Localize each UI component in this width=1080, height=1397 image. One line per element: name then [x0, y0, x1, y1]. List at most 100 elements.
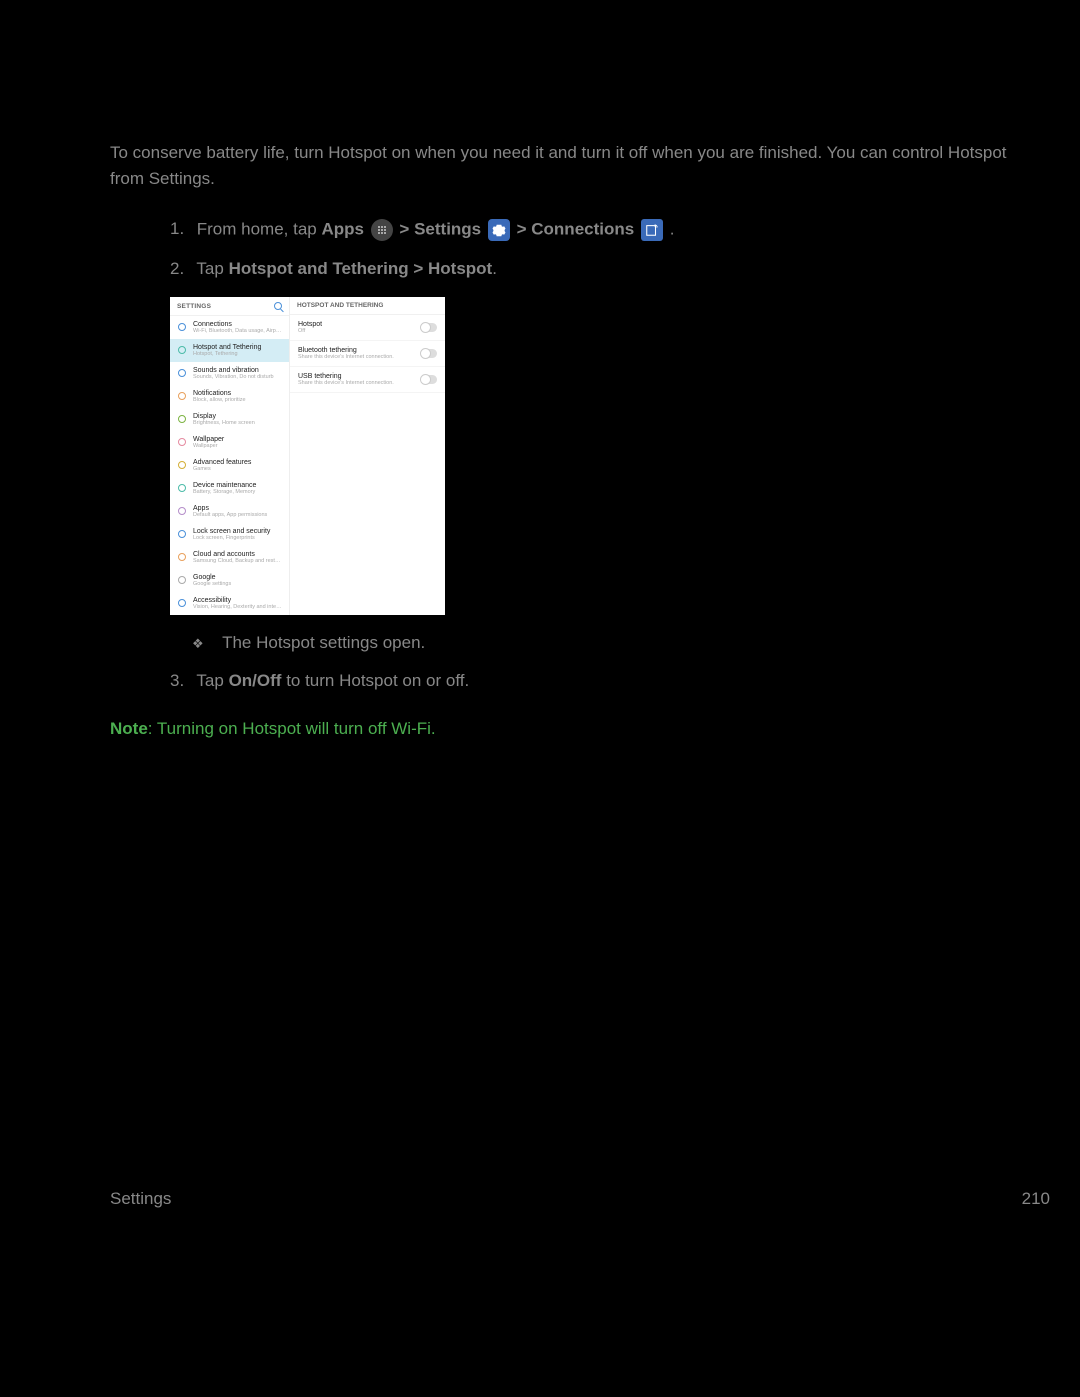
settings-item-title: Sounds and vibration: [193, 367, 282, 374]
settings-item-icon: [177, 414, 187, 424]
footer-section: Settings: [110, 1189, 171, 1209]
settings-screenshot: SETTINGS Connections Wi-Fi, Bluetooth, D…: [170, 297, 445, 615]
toggle-switch[interactable]: [421, 375, 437, 384]
settings-item-title: Google: [193, 574, 282, 581]
toggle-switch[interactable]: [421, 323, 437, 332]
settings-item-title: Advanced features: [193, 459, 282, 466]
step3-post: to turn Hotspot on or off.: [286, 671, 469, 690]
steps-list: 1. From home, tap Apps > Settings > Conn…: [110, 219, 1010, 279]
step-text: From home, tap: [197, 219, 322, 238]
settings-item-title: Accessibility: [193, 597, 282, 604]
settings-item-sub: Wallpaper: [193, 443, 282, 449]
hotspot-option-title: Bluetooth tethering: [298, 347, 421, 354]
settings-item[interactable]: Sounds and vibration Sounds, Vibration, …: [170, 362, 289, 385]
hotspot-option[interactable]: Bluetooth tethering Share this device's …: [290, 341, 445, 367]
hotspot-option[interactable]: Hotspot Off: [290, 315, 445, 341]
settings-item-icon: [177, 437, 187, 447]
settings-item[interactable]: Connections Wi-Fi, Bluetooth, Data usage…: [170, 316, 289, 339]
settings-item-sub: Brightness, Home screen: [193, 420, 282, 426]
settings-item-title: Notifications: [193, 390, 282, 397]
note-text: : Turning on Hotspot will turn off Wi-Fi…: [148, 719, 436, 738]
settings-item[interactable]: Cloud and accounts Samsung Cloud, Backup…: [170, 546, 289, 569]
settings-item-sub: Wi-Fi, Bluetooth, Data usage, Airplane m…: [193, 328, 282, 334]
step1-post: .: [670, 219, 675, 238]
settings-item-icon: [177, 460, 187, 470]
settings-item-sub: Vision, Hearing, Dexterity and interacti…: [193, 604, 282, 610]
hotspot-option-sub: Share this device's Internet connection.: [298, 354, 421, 360]
step-1: 1. From home, tap Apps > Settings > Conn…: [170, 219, 1010, 241]
settings-header-label: SETTINGS: [177, 303, 211, 310]
settings-item[interactable]: Device maintenance Battery, Storage, Mem…: [170, 477, 289, 500]
settings-item-icon: [177, 345, 187, 355]
settings-item[interactable]: Advanced features Games: [170, 454, 289, 477]
step3-bold: On/Off: [229, 671, 282, 690]
settings-gear-icon: [488, 219, 510, 241]
settings-item[interactable]: Lock screen and security Lock screen, Fi…: [170, 523, 289, 546]
toggle-switch[interactable]: [421, 349, 437, 358]
hotspot-option[interactable]: USB tethering Share this device's Intern…: [290, 367, 445, 393]
hotspot-tethering-pane: HOTSPOT AND TETHERING Hotspot Off Blueto…: [290, 297, 445, 615]
settings-item-icon: [177, 506, 187, 516]
settings-item-icon: [177, 391, 187, 401]
settings-item-title: Device maintenance: [193, 482, 282, 489]
settings-item[interactable]: Hotspot and Tethering Hotspot, Tethering: [170, 339, 289, 362]
settings-item-title: Cloud and accounts: [193, 551, 282, 558]
note-label: Note: [110, 719, 148, 738]
settings-item[interactable]: Accessibility Vision, Hearing, Dexterity…: [170, 592, 289, 615]
settings-item-title: Lock screen and security: [193, 528, 282, 535]
settings-item-icon: [177, 368, 187, 378]
step1-apps: Apps: [321, 219, 364, 238]
note-line: Note: Turning on Hotspot will turn off W…: [110, 719, 1010, 739]
settings-item-title: Display: [193, 413, 282, 420]
settings-item-sub: Google settings: [193, 581, 282, 587]
step-number: 3.: [170, 671, 192, 691]
step-3: 3. Tap On/Off to turn Hotspot on or off.: [170, 671, 1010, 691]
settings-item-icon: [177, 575, 187, 585]
step2-pre: Tap: [196, 259, 228, 278]
step1-gt2: >: [517, 219, 532, 238]
search-icon[interactable]: [274, 302, 282, 310]
settings-item[interactable]: Wallpaper Wallpaper: [170, 431, 289, 454]
settings-item-icon: [177, 483, 187, 493]
step1-gt1: >: [399, 219, 414, 238]
settings-item-title: Wallpaper: [193, 436, 282, 443]
page-body: To conserve battery life, turn Hotspot o…: [0, 0, 1080, 739]
hotspot-option-sub: Off: [298, 328, 421, 334]
hotspot-option-title: Hotspot: [298, 321, 421, 328]
settings-item[interactable]: Apps Default apps, App permissions: [170, 500, 289, 523]
step1-settings: Settings: [414, 219, 481, 238]
settings-left-pane: SETTINGS Connections Wi-Fi, Bluetooth, D…: [170, 297, 290, 615]
settings-item[interactable]: Display Brightness, Home screen: [170, 408, 289, 431]
settings-item-icon: [177, 529, 187, 539]
sub-bullet: The Hotspot settings open.: [110, 633, 1010, 653]
settings-item-title: Apps: [193, 505, 282, 512]
settings-item-sub: Sounds, Vibration, Do not disturb: [193, 374, 282, 380]
settings-item-sub: Games: [193, 466, 282, 472]
page-footer: Settings 210: [110, 1189, 1050, 1209]
settings-item-sub: Hotspot, Tethering: [193, 351, 282, 357]
step-number: 2.: [170, 259, 192, 279]
settings-item-sub: Default apps, App permissions: [193, 512, 282, 518]
settings-item[interactable]: Notifications Block, allow, prioritize: [170, 385, 289, 408]
step1-connections: Connections: [531, 219, 634, 238]
settings-item[interactable]: Google Google settings: [170, 569, 289, 592]
settings-header: SETTINGS: [170, 297, 289, 316]
settings-item-sub: Battery, Storage, Memory: [193, 489, 282, 495]
intro-text: To conserve battery life, turn Hotspot o…: [110, 140, 1010, 191]
step3-pre: Tap: [196, 671, 228, 690]
settings-item-sub: Block, allow, prioritize: [193, 397, 282, 403]
hotspot-option-sub: Share this device's Internet connection.: [298, 380, 421, 386]
apps-icon: [371, 219, 393, 241]
settings-item-icon: [177, 322, 187, 332]
step-2: 2. Tap Hotspot and Tethering > Hotspot.: [170, 259, 1010, 279]
settings-item-icon: [177, 598, 187, 608]
steps-list-continued: 3. Tap On/Off to turn Hotspot on or off.: [110, 671, 1010, 691]
step-number: 1.: [170, 219, 192, 239]
settings-item-sub: Samsung Cloud, Backup and restore: [193, 558, 282, 564]
settings-item-sub: Lock screen, Fingerprints: [193, 535, 282, 541]
settings-item-title: Connections: [193, 321, 282, 328]
footer-page-number: 210: [1022, 1189, 1050, 1209]
hotspot-header: HOTSPOT AND TETHERING: [290, 297, 445, 315]
step2-bold: Hotspot and Tethering > Hotspot: [229, 259, 493, 278]
step2-post: .: [492, 259, 497, 278]
